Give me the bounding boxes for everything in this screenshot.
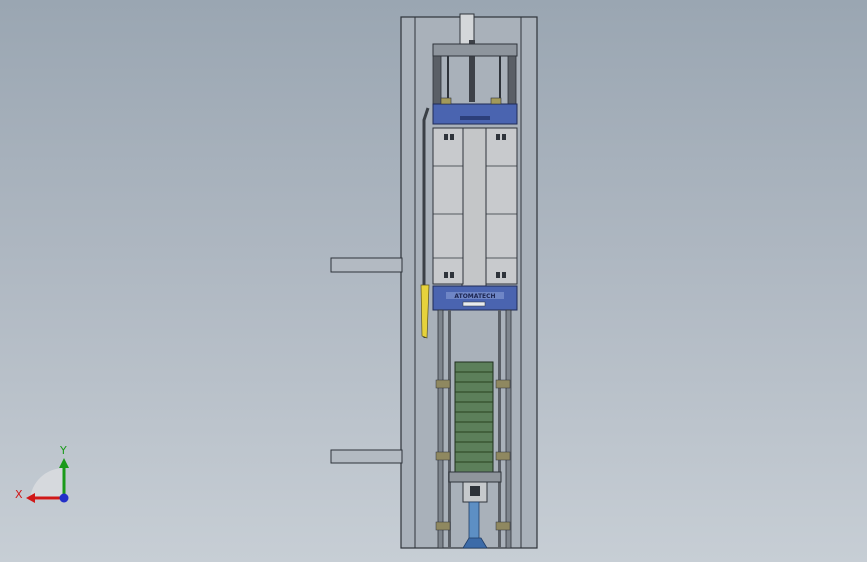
green-tray-stack [454, 361, 494, 473]
top-frame-right-post [507, 55, 517, 105]
left-box-handle-top-b [450, 134, 454, 140]
lower-carriage-slot [462, 301, 486, 307]
top-motor [459, 13, 475, 45]
rail-clamp-right-upper [495, 379, 511, 389]
left-box-stack [432, 127, 464, 285]
upper-carriage-plate [432, 103, 518, 125]
lead-screw [468, 501, 480, 543]
rail-left-outer [437, 309, 444, 549]
x-axis-arrowhead [26, 493, 35, 503]
triad-quarter-disc [30, 467, 64, 500]
cad-viewport[interactable]: ATOMATECH Y X [0, 0, 867, 562]
axis-triad[interactable]: Y X [10, 440, 90, 520]
lift-coupling-window [470, 486, 480, 496]
upper-carriage-left-block [440, 97, 452, 105]
lower-side-bracket [330, 449, 403, 464]
x-axis-label: X [15, 488, 23, 501]
rail-left-inner [448, 310, 451, 548]
rail-clamp-left-middle [435, 451, 451, 461]
left-box-handle-bottom-a [444, 272, 448, 278]
rail-clamp-left-lower [435, 521, 451, 531]
rail-clamp-left-upper [435, 379, 451, 389]
upper-carriage-right-block [490, 97, 502, 105]
right-box-handle-top-b [502, 134, 506, 140]
rail-right-outer [505, 309, 512, 549]
y-axis-arrowhead [59, 458, 69, 468]
z-axis-dot [59, 493, 69, 503]
top-frame-left-post [432, 55, 442, 105]
upper-side-bracket [330, 257, 403, 273]
left-box-handle-bottom-b [450, 272, 454, 278]
right-box-handle-bottom-a [496, 272, 500, 278]
rail-clamp-right-middle [495, 451, 511, 461]
right-box-handle-top-a [496, 134, 500, 140]
lift-platform [448, 471, 502, 483]
rail-right-inner [498, 310, 501, 548]
rail-clamp-right-lower [495, 521, 511, 531]
top-frame-bar [432, 43, 518, 57]
right-box-stack [485, 127, 518, 285]
left-box-handle-top-a [444, 134, 448, 140]
upper-carriage-slot [460, 116, 490, 120]
brand-label: ATOMATECH [454, 293, 495, 300]
y-axis-label: Y [59, 444, 67, 457]
assembly-drawing[interactable]: ATOMATECH [0, 0, 867, 562]
right-box-handle-bottom-b [502, 272, 506, 278]
central-column [461, 127, 487, 289]
